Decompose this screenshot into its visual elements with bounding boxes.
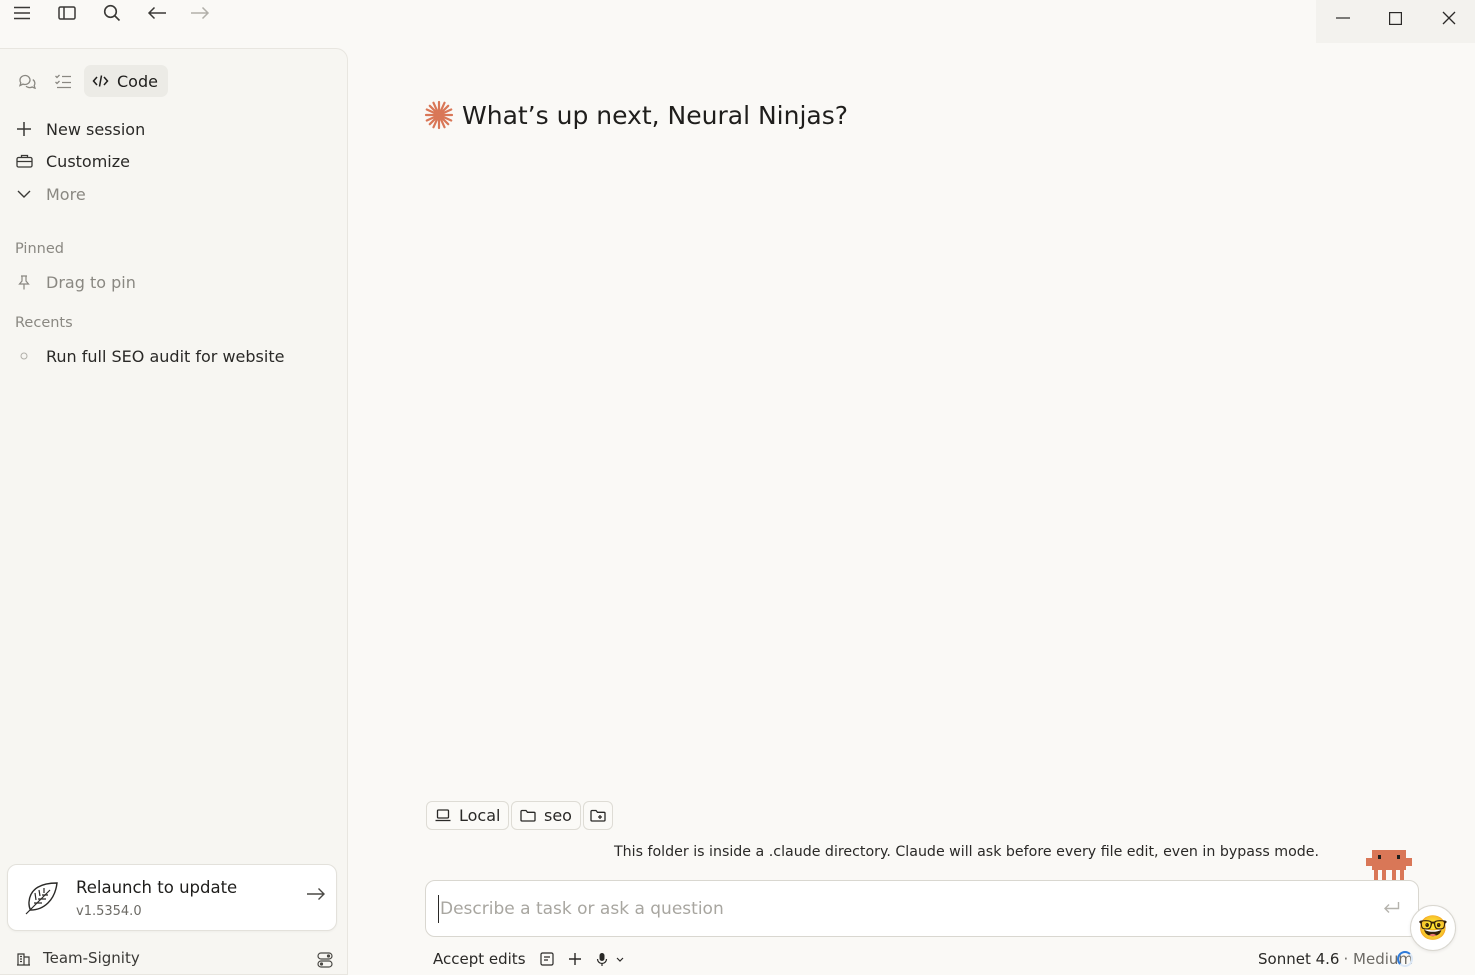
greeting-text: What’s up next, Neural Ninjas?	[462, 100, 849, 130]
arrow-right-icon	[307, 887, 326, 901]
sidebar-toggle-icon[interactable]	[54, 0, 80, 26]
model-selector[interactable]: Sonnet 4.6 · Medium	[1258, 950, 1413, 968]
back-arrow-icon[interactable]	[144, 0, 170, 26]
forward-arrow-icon[interactable]	[187, 0, 213, 26]
accept-edits-toggle[interactable]: Accept edits	[433, 950, 526, 968]
window-controls	[1316, 0, 1475, 43]
folder-label: seo	[544, 806, 572, 825]
workspace-switch-icon[interactable]	[317, 952, 333, 968]
prompt-input-box	[425, 880, 1419, 937]
code-mode-tab[interactable]: Code	[84, 65, 168, 97]
team-name: Team-Signity	[43, 949, 140, 967]
folder-plus-icon	[590, 809, 606, 822]
plan-document-icon[interactable]	[539, 952, 554, 966]
checklist-icon	[54, 73, 72, 89]
chevron-down-icon	[616, 957, 623, 962]
folder-chip[interactable]: seo	[511, 801, 581, 830]
claude-starburst-icon	[424, 100, 454, 130]
add-folder-button[interactable]	[583, 801, 613, 830]
pin-icon	[14, 274, 34, 290]
status-circle-icon	[14, 352, 34, 360]
close-icon[interactable]	[1422, 0, 1475, 36]
drag-to-pin-label: Drag to pin	[46, 272, 136, 292]
more-label: More	[46, 184, 86, 204]
recent-session-label: Run full SEO audit for website	[46, 346, 285, 366]
pinned-section-label: Pinned	[15, 241, 64, 257]
nerd-face-emoji-button[interactable]: 🤓	[1410, 905, 1456, 951]
chat-bubbles-icon	[18, 73, 36, 89]
drag-to-pin-placeholder: Drag to pin	[14, 269, 136, 295]
plus-icon	[14, 122, 34, 136]
environment-chip[interactable]: Local	[426, 801, 510, 830]
relaunch-title: Relaunch to update	[76, 878, 238, 897]
code-mode-label: Code	[117, 71, 158, 91]
leaf-icon	[24, 880, 60, 916]
claude-directory-notice: This folder is inside a .claude director…	[614, 844, 1320, 860]
customize-button[interactable]: Customize	[14, 148, 130, 174]
new-session-button[interactable]: New session	[14, 116, 145, 142]
loading-spinner-icon	[1397, 951, 1413, 967]
menu-icon[interactable]	[9, 0, 35, 26]
recent-session-item[interactable]: Run full SEO audit for website	[14, 343, 284, 369]
add-attachment-plus-icon[interactable]	[568, 952, 582, 966]
relaunch-update-card[interactable]: Relaunch to update v1.5354.0	[7, 864, 337, 931]
briefcase-icon	[14, 154, 34, 168]
customize-label: Customize	[46, 151, 130, 171]
new-session-label: New session	[46, 119, 146, 139]
search-icon[interactable]	[99, 0, 125, 26]
enter-icon[interactable]	[1383, 901, 1400, 914]
more-button[interactable]: More	[14, 181, 86, 207]
team-selector[interactable]: Team-Signity	[16, 949, 140, 967]
building-icon	[16, 951, 31, 966]
chat-mode-tab[interactable]	[12, 65, 42, 97]
microphone-icon[interactable]	[596, 952, 624, 967]
minimize-icon[interactable]	[1316, 0, 1369, 36]
maximize-icon[interactable]	[1369, 0, 1422, 36]
environment-label: Local	[459, 806, 501, 825]
greeting-heading: What’s up next, Neural Ninjas?	[424, 100, 848, 130]
mode-tabs: Code	[12, 65, 168, 97]
model-name: Sonnet 4.6	[1258, 950, 1340, 968]
version-label: v1.5354.0	[76, 904, 142, 919]
sidebar: Code New session Customize More Pinned D…	[0, 48, 348, 975]
chevron-down-icon	[14, 190, 34, 198]
recents-section-label: Recents	[15, 315, 73, 331]
prompt-input[interactable]	[438, 895, 1358, 923]
code-brackets-icon	[92, 74, 109, 88]
laptop-icon	[435, 809, 451, 822]
tasks-mode-tab[interactable]	[48, 65, 78, 97]
bottom-toolbar: Accept edits	[433, 950, 624, 968]
folder-icon	[520, 809, 536, 822]
